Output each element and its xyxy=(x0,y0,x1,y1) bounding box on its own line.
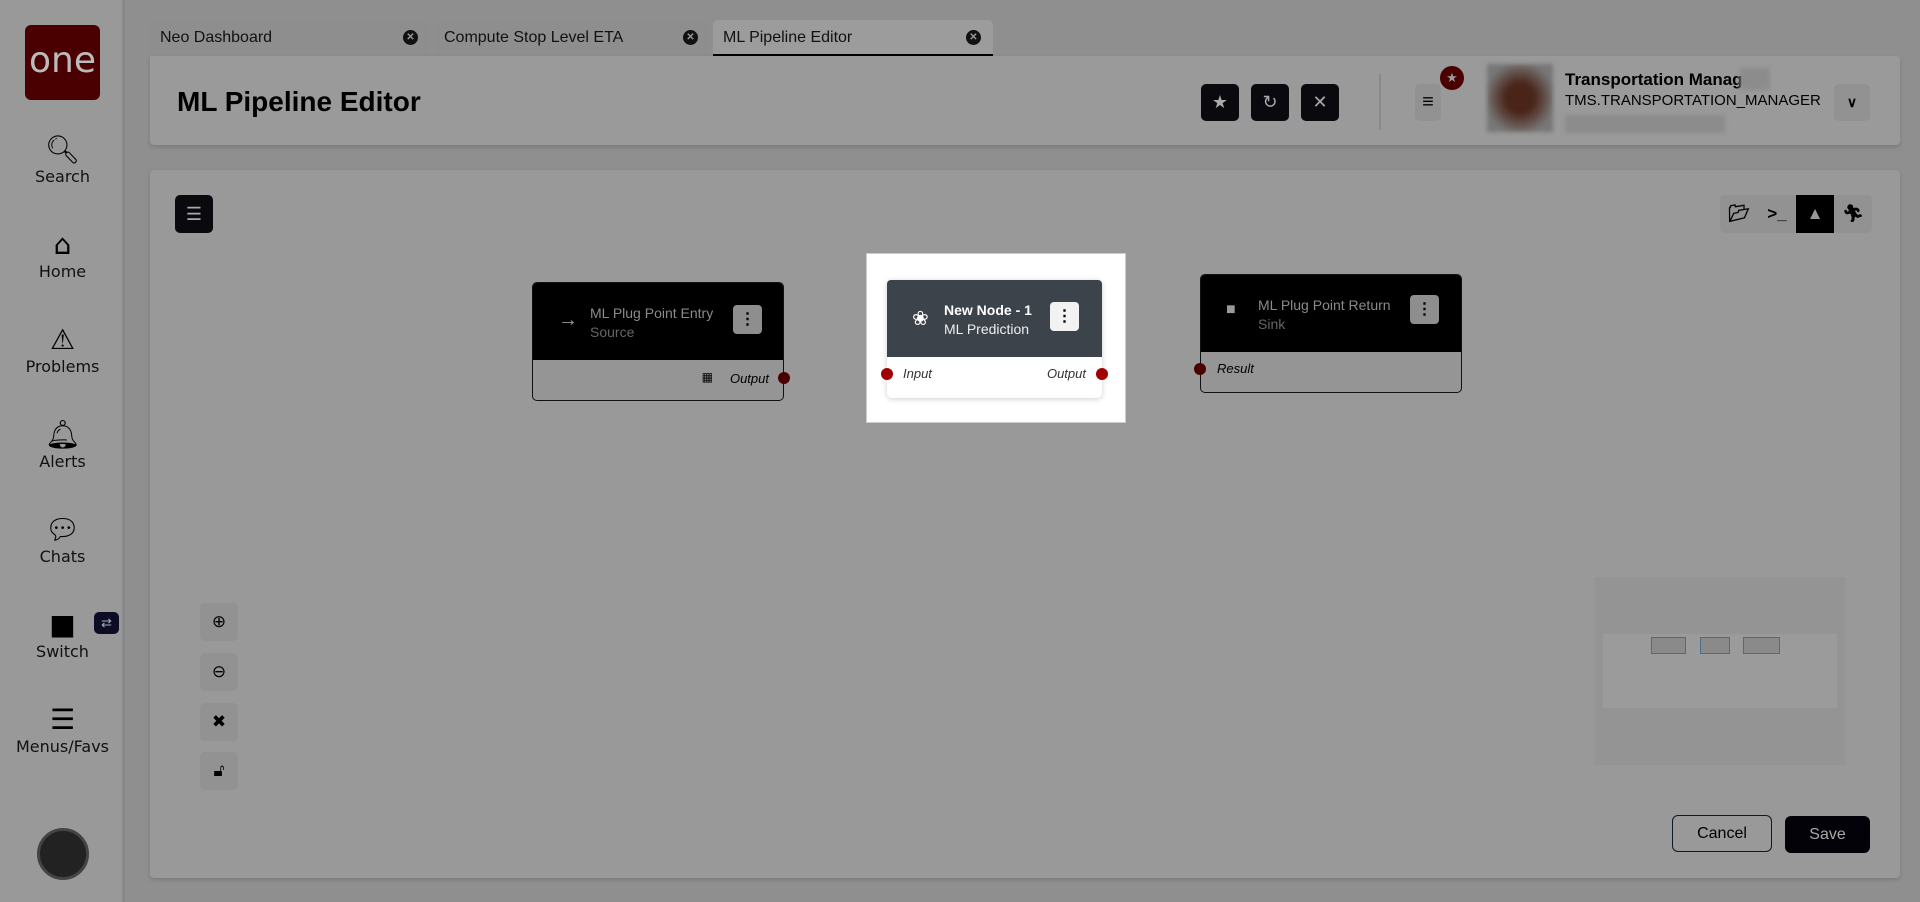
canvas-toolbar: 📂︎ >_ ▲ 🏃︎ xyxy=(1720,195,1872,233)
redacted-text xyxy=(1565,115,1725,133)
highlighted-node-area: ❀ New Node - 1 ML Prediction ⋮ Input Out… xyxy=(866,253,1126,423)
sidebar-item-chats[interactable]: 💬︎ Chats xyxy=(0,513,125,566)
minimap[interactable] xyxy=(1595,577,1845,765)
tab-label: Neo Dashboard xyxy=(160,29,273,46)
pipeline-node-new-node[interactable]: ❀ New Node - 1 ML Prediction ⋮ Input Out… xyxy=(881,280,1108,398)
sidebar-item-menus-favs[interactable]: ☰ Menus/Favs xyxy=(0,703,125,756)
warning-icon: ⚠ xyxy=(49,323,76,356)
close-tab-icon[interactable]: ✕ xyxy=(966,30,981,45)
stop-icon: ■ xyxy=(1226,301,1236,318)
sidebar-item-label: Search xyxy=(35,167,90,186)
node-menu-button[interactable]: ⋮ xyxy=(1050,302,1079,331)
tab-ml-pipeline-editor[interactable]: ML Pipeline Editor ✕ xyxy=(713,20,993,56)
unlock-icon: 🔓︎ xyxy=(213,761,225,780)
tab-neo-dashboard[interactable]: Neo Dashboard ✕ xyxy=(150,20,430,56)
redacted-text xyxy=(1740,68,1770,90)
node-title: ML Plug Point Return xyxy=(1258,297,1391,313)
close-tab-icon[interactable]: ✕ xyxy=(403,30,418,45)
pipeline-node-return[interactable]: ■ ML Plug Point Return Sink ⋮ Result xyxy=(1194,274,1462,393)
sidebar-item-search[interactable]: 🔍︎ Search xyxy=(0,133,125,186)
zoom-in-icon: ⊕ xyxy=(211,612,227,631)
favorite-button[interactable]: ★ xyxy=(1201,84,1239,121)
grid-icon: ▦ xyxy=(701,370,713,384)
hamburger-icon: ≡ xyxy=(1422,91,1434,113)
user-role: TMS.TRANSPORTATION_MANAGER xyxy=(1565,92,1821,109)
zoom-out-icon: ⊖ xyxy=(211,662,227,681)
list-icon: ☰ xyxy=(185,204,203,224)
page-title: ML Pipeline Editor xyxy=(177,86,421,117)
arrow-right-icon: → xyxy=(558,309,578,331)
menu-button[interactable]: ≡ xyxy=(1415,84,1441,121)
sidebar-item-label: Chats xyxy=(39,547,86,566)
chat-icon: 💬︎ xyxy=(44,513,81,546)
input-port[interactable] xyxy=(881,368,893,380)
close-button[interactable]: ✕ xyxy=(1301,84,1339,121)
node-list-button[interactable]: ☰ xyxy=(175,195,213,233)
terminal-icon[interactable]: >_ xyxy=(1758,195,1796,233)
output-port[interactable] xyxy=(778,372,790,384)
star-icon: ★ xyxy=(1211,92,1229,112)
refresh-button[interactable]: ↻ xyxy=(1251,84,1289,121)
node-title: ML Plug Point Entry xyxy=(590,305,714,321)
lock-button[interactable]: 🔓︎ xyxy=(200,752,238,790)
node-subtitle: Source xyxy=(590,324,635,340)
compress-icon: ✖ xyxy=(211,712,227,731)
output-port-label: Output xyxy=(1046,366,1086,381)
minimap-node xyxy=(1651,637,1686,654)
output-port[interactable] xyxy=(1096,368,1108,380)
divider xyxy=(1379,74,1381,130)
assistant-avatar[interactable] xyxy=(37,828,89,880)
chevron-down-icon: ∨ xyxy=(1846,94,1858,110)
minimap-node xyxy=(1743,637,1780,654)
sidebar: one 🔍︎ Search ⌂ Home ⚠ Problems 🔔︎ Alerts 💬︎… xyxy=(0,0,125,902)
sidebar-item-label: Menus/Favs xyxy=(16,737,109,756)
bell-icon: 🔔︎ xyxy=(44,418,81,451)
sidebar-item-label: Problems xyxy=(25,357,100,376)
node-menu-button[interactable]: ⋮ xyxy=(1410,295,1439,324)
folder-open-icon[interactable]: 📂︎ xyxy=(1720,195,1758,233)
save-button[interactable]: Save xyxy=(1785,816,1870,853)
app-logo[interactable]: one xyxy=(25,25,100,100)
switch-arrows-icon[interactable]: ⇄ xyxy=(94,612,119,634)
mountain-icon[interactable]: ▲ xyxy=(1796,195,1834,233)
output-port-label: Output xyxy=(729,371,769,386)
input-port-label: Input xyxy=(903,366,932,381)
sidebar-item-problems[interactable]: ⚠ Problems xyxy=(0,323,125,376)
minimap-viewport xyxy=(1603,634,1837,708)
cancel-button[interactable]: Cancel xyxy=(1672,815,1772,852)
zoom-in-button[interactable]: ⊕ xyxy=(200,603,238,641)
node-subtitle: Sink xyxy=(1258,316,1286,332)
fit-view-button[interactable]: ✖ xyxy=(200,703,238,741)
node-menu-button[interactable]: ⋮ xyxy=(733,305,762,334)
sidebar-item-home[interactable]: ⌂ Home xyxy=(0,228,125,281)
pipeline-node-entry[interactable]: → ML Plug Point Entry Source ⋮ Output ▦ xyxy=(532,282,790,401)
close-tab-icon[interactable]: ✕ xyxy=(683,30,698,45)
input-port[interactable] xyxy=(1194,363,1206,375)
search-icon: 🔍︎ xyxy=(44,133,81,166)
favorites-badge-star-icon[interactable]: ★ xyxy=(1440,66,1464,90)
sidebar-item-label: Switch xyxy=(36,642,89,661)
tab-label: ML Pipeline Editor xyxy=(723,29,853,46)
zoom-out-button[interactable]: ⊖ xyxy=(200,653,238,691)
node-title: New Node - 1 xyxy=(944,302,1032,318)
menu-icon: ☰ xyxy=(49,703,76,736)
sidebar-item-label: Home xyxy=(38,262,87,281)
minimap-node xyxy=(1700,637,1730,654)
tab-label: Compute Stop Level ETA xyxy=(444,29,624,46)
sidebar-item-alerts[interactable]: 🔔︎ Alerts xyxy=(0,418,125,471)
refresh-icon: ↻ xyxy=(1262,92,1278,112)
user-avatar[interactable] xyxy=(1487,64,1553,132)
user-name: Transportation Manager xyxy=(1565,70,1759,89)
home-icon: ⌂ xyxy=(53,228,72,261)
tab-compute-stop-level-eta[interactable]: Compute Stop Level ETA ✕ xyxy=(434,20,710,56)
page-header: ML Pipeline Editor ★ ↻ ✕ ≡ ★ Transportat… xyxy=(150,56,1900,145)
user-dropdown-button[interactable]: ∨ xyxy=(1834,84,1870,121)
input-port-label: Result xyxy=(1217,361,1254,376)
node-subtitle: ML Prediction xyxy=(944,321,1030,337)
close-icon: ✕ xyxy=(1312,92,1328,112)
sidebar-item-label: Alerts xyxy=(39,452,86,471)
brain-icon: ❀ xyxy=(912,308,929,330)
running-icon[interactable]: 🏃︎ xyxy=(1834,195,1872,233)
